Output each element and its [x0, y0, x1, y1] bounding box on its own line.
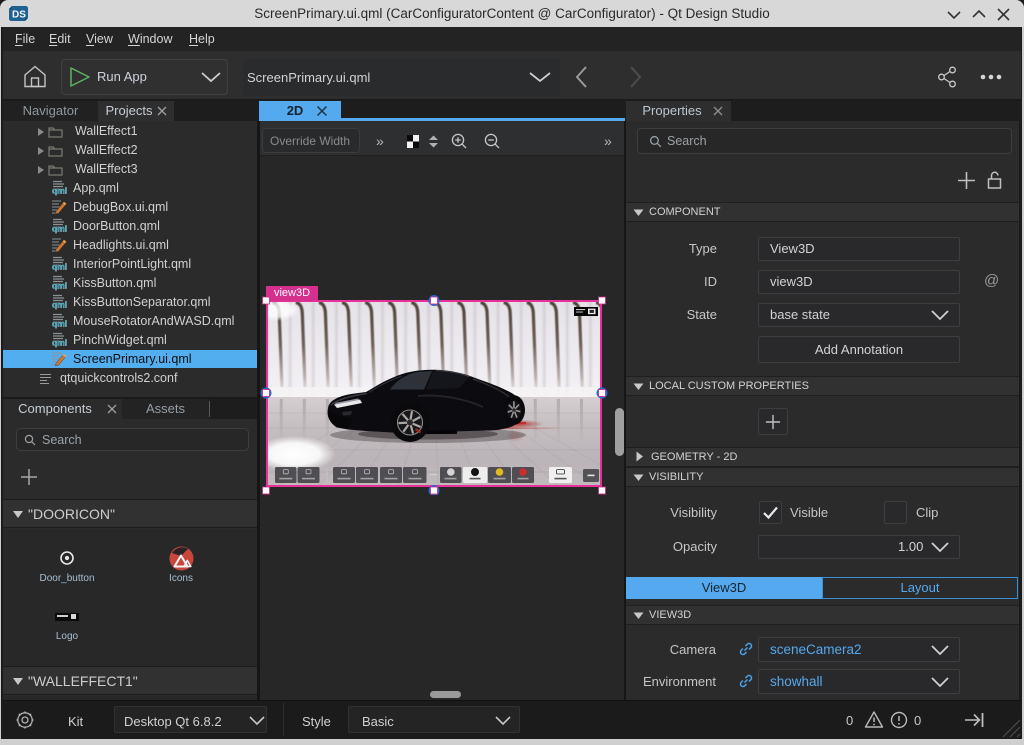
svg-text:DS: DS	[12, 10, 26, 21]
